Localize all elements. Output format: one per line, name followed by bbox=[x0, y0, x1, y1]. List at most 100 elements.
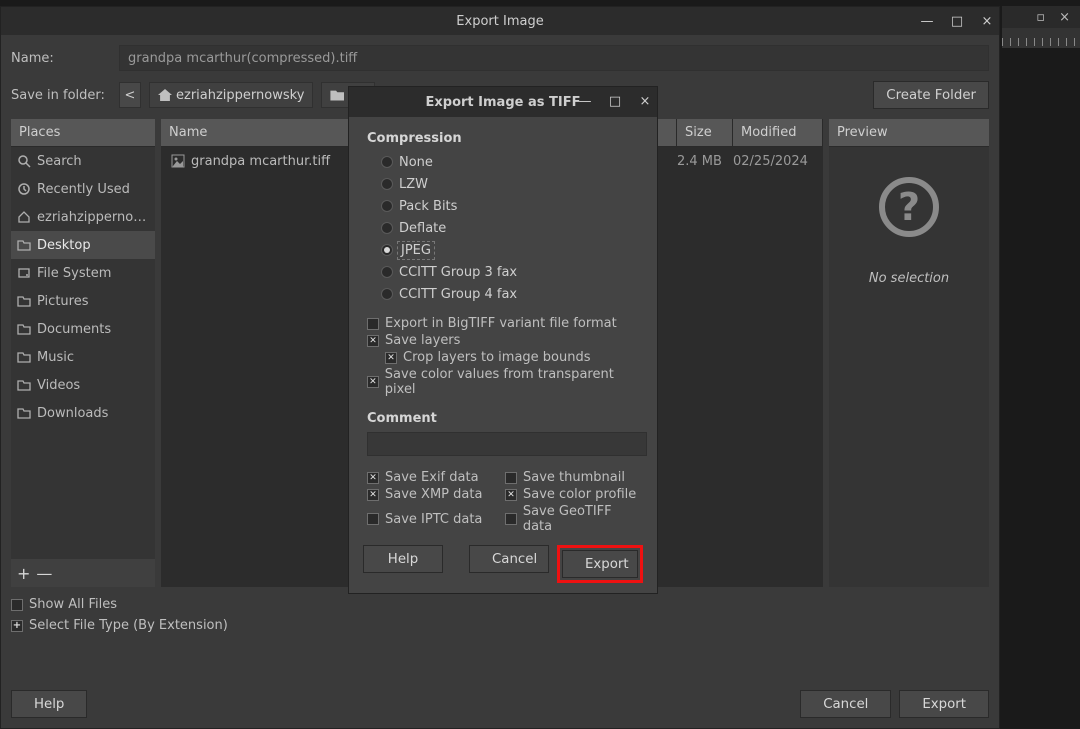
modal-maximize-button[interactable]: □ bbox=[607, 94, 623, 109]
comment-input[interactable] bbox=[367, 432, 647, 456]
save-exif-row[interactable]: Save Exif data bbox=[367, 470, 505, 485]
save-exif-checkbox[interactable] bbox=[367, 472, 379, 484]
compression-lzw-radio[interactable]: LZW bbox=[381, 174, 643, 194]
remove-place-button[interactable]: — bbox=[36, 564, 52, 583]
crop-layers-row[interactable]: Crop layers to image bounds bbox=[385, 350, 643, 365]
compression-pack-bits-radio[interactable]: Pack Bits bbox=[381, 196, 643, 216]
show-all-checkbox[interactable] bbox=[11, 599, 23, 611]
save-thumb-checkbox[interactable] bbox=[505, 472, 517, 484]
maximize-button[interactable]: □ bbox=[949, 14, 965, 29]
places-toolbar: + — bbox=[11, 559, 155, 587]
help-button[interactable]: Help bbox=[11, 690, 87, 718]
col-modified-header[interactable]: Modified bbox=[733, 119, 823, 146]
file-size: 2.4 MB bbox=[677, 154, 733, 169]
save-xmp-checkbox[interactable] bbox=[367, 489, 379, 501]
save-iptc-label: Save IPTC data bbox=[385, 512, 482, 527]
save-layers-label: Save layers bbox=[385, 333, 460, 348]
modal-help-button[interactable]: Help bbox=[363, 545, 443, 573]
save-layers-checkbox[interactable] bbox=[367, 335, 379, 347]
bigtiff-label: Export in BigTIFF variant file format bbox=[385, 316, 617, 331]
filetype-expander[interactable] bbox=[11, 620, 23, 632]
preview-panel: Preview ? No selection bbox=[829, 119, 989, 587]
place-item-file-system[interactable]: File System bbox=[11, 259, 155, 287]
radio-label: JPEG bbox=[399, 243, 433, 258]
save-exif-label: Save Exif data bbox=[385, 470, 479, 485]
radio-icon bbox=[381, 222, 393, 234]
place-item-search[interactable]: Search bbox=[11, 147, 155, 175]
question-icon: ? bbox=[879, 177, 939, 237]
radio-icon bbox=[381, 288, 393, 300]
save-iptc-checkbox[interactable] bbox=[367, 513, 379, 525]
bigtiff-row[interactable]: Export in BigTIFF variant file format bbox=[367, 316, 643, 331]
filename-input[interactable] bbox=[119, 45, 989, 71]
save-geotiff-checkbox[interactable] bbox=[505, 513, 517, 525]
export-button[interactable]: Export bbox=[899, 690, 989, 718]
lower-area: Show All Files Select File Type (By Exte… bbox=[1, 587, 999, 643]
cancel-button[interactable]: Cancel bbox=[800, 690, 891, 718]
folder-icon bbox=[330, 90, 344, 101]
place-item-downloads[interactable]: Downloads bbox=[11, 399, 155, 427]
preview-text: No selection bbox=[869, 271, 949, 286]
export-tiff-modal: Export Image as TIFF — □ × Compression N… bbox=[348, 86, 658, 594]
compression-ccitt-group-3-fax-radio[interactable]: CCITT Group 3 fax bbox=[381, 262, 643, 282]
save-color-row[interactable]: Save color values from transparent pixel bbox=[367, 367, 643, 397]
outer-minimize-button[interactable]: ▫ bbox=[1036, 10, 1045, 25]
save-thumb-row[interactable]: Save thumbnail bbox=[505, 470, 643, 485]
crop-layers-checkbox[interactable] bbox=[385, 352, 397, 364]
minimize-button[interactable]: — bbox=[919, 14, 935, 29]
window-title: Export Image bbox=[456, 14, 543, 29]
place-item-music[interactable]: Music bbox=[11, 343, 155, 371]
place-label: Pictures bbox=[37, 294, 88, 309]
disk-icon bbox=[17, 266, 31, 280]
place-label: ezriahzipperno… bbox=[37, 210, 146, 225]
compression-ccitt-group-4-fax-radio[interactable]: CCITT Group 4 fax bbox=[381, 284, 643, 304]
search-icon bbox=[17, 154, 31, 168]
save-color-checkbox[interactable] bbox=[367, 376, 379, 388]
save-xmp-row[interactable]: Save XMP data bbox=[367, 487, 505, 502]
place-item-pictures[interactable]: Pictures bbox=[11, 287, 155, 315]
bigtiff-checkbox[interactable] bbox=[367, 318, 379, 330]
radio-icon bbox=[381, 200, 393, 212]
radio-icon bbox=[381, 178, 393, 190]
file-name: grandpa mcarthur.tiff bbox=[191, 154, 330, 169]
place-label: Music bbox=[37, 350, 74, 365]
breadcrumb-back[interactable]: < bbox=[119, 82, 141, 108]
add-place-button[interactable]: + bbox=[17, 564, 30, 583]
save-xmp-label: Save XMP data bbox=[385, 487, 482, 502]
compression-none-radio[interactable]: None bbox=[381, 152, 643, 172]
select-filetype-row[interactable]: Select File Type (By Extension) bbox=[11, 618, 989, 633]
modal-buttons: Help Cancel Export bbox=[363, 545, 643, 583]
modal-export-button[interactable]: Export bbox=[562, 550, 638, 578]
place-item-documents[interactable]: Documents bbox=[11, 315, 155, 343]
place-label: Recently Used bbox=[37, 182, 130, 197]
radio-label: CCITT Group 4 fax bbox=[399, 287, 517, 302]
place-item-recently-used[interactable]: Recently Used bbox=[11, 175, 155, 203]
place-item-desktop[interactable]: Desktop bbox=[11, 231, 155, 259]
folder-icon bbox=[17, 378, 31, 392]
col-size-header[interactable]: Size bbox=[677, 119, 733, 146]
bottom-buttons: Help Cancel Export bbox=[11, 690, 989, 718]
modal-cancel-button[interactable]: Cancel bbox=[469, 545, 549, 573]
place-label: Videos bbox=[37, 378, 80, 393]
close-button[interactable]: × bbox=[979, 14, 995, 29]
modal-close-button[interactable]: × bbox=[637, 94, 653, 109]
savein-label: Save in folder: bbox=[11, 88, 111, 103]
radio-label: Deflate bbox=[399, 221, 446, 236]
place-item-videos[interactable]: Videos bbox=[11, 371, 155, 399]
save-iptc-row[interactable]: Save IPTC data bbox=[367, 504, 505, 534]
save-colorprofile-label: Save color profile bbox=[523, 487, 636, 502]
save-colorprofile-row[interactable]: Save color profile bbox=[505, 487, 643, 502]
compression-deflate-radio[interactable]: Deflate bbox=[381, 218, 643, 238]
breadcrumb-home[interactable]: ezriahzippernowsky bbox=[149, 82, 313, 108]
save-geotiff-row[interactable]: Save GeoTIFF data bbox=[505, 504, 643, 534]
file-modified: 02/25/2024 bbox=[733, 154, 823, 169]
filetype-label: Select File Type (By Extension) bbox=[29, 618, 228, 633]
outer-close-button[interactable]: × bbox=[1059, 10, 1070, 25]
compression-jpeg-radio[interactable]: JPEG bbox=[381, 240, 643, 260]
save-layers-row[interactable]: Save layers bbox=[367, 333, 643, 348]
modal-minimize-button[interactable]: — bbox=[577, 94, 593, 109]
place-item-ezriahzipperno-[interactable]: ezriahzipperno… bbox=[11, 203, 155, 231]
show-all-files-row[interactable]: Show All Files bbox=[11, 597, 989, 612]
create-folder-button[interactable]: Create Folder bbox=[873, 81, 989, 109]
save-colorprofile-checkbox[interactable] bbox=[505, 489, 517, 501]
